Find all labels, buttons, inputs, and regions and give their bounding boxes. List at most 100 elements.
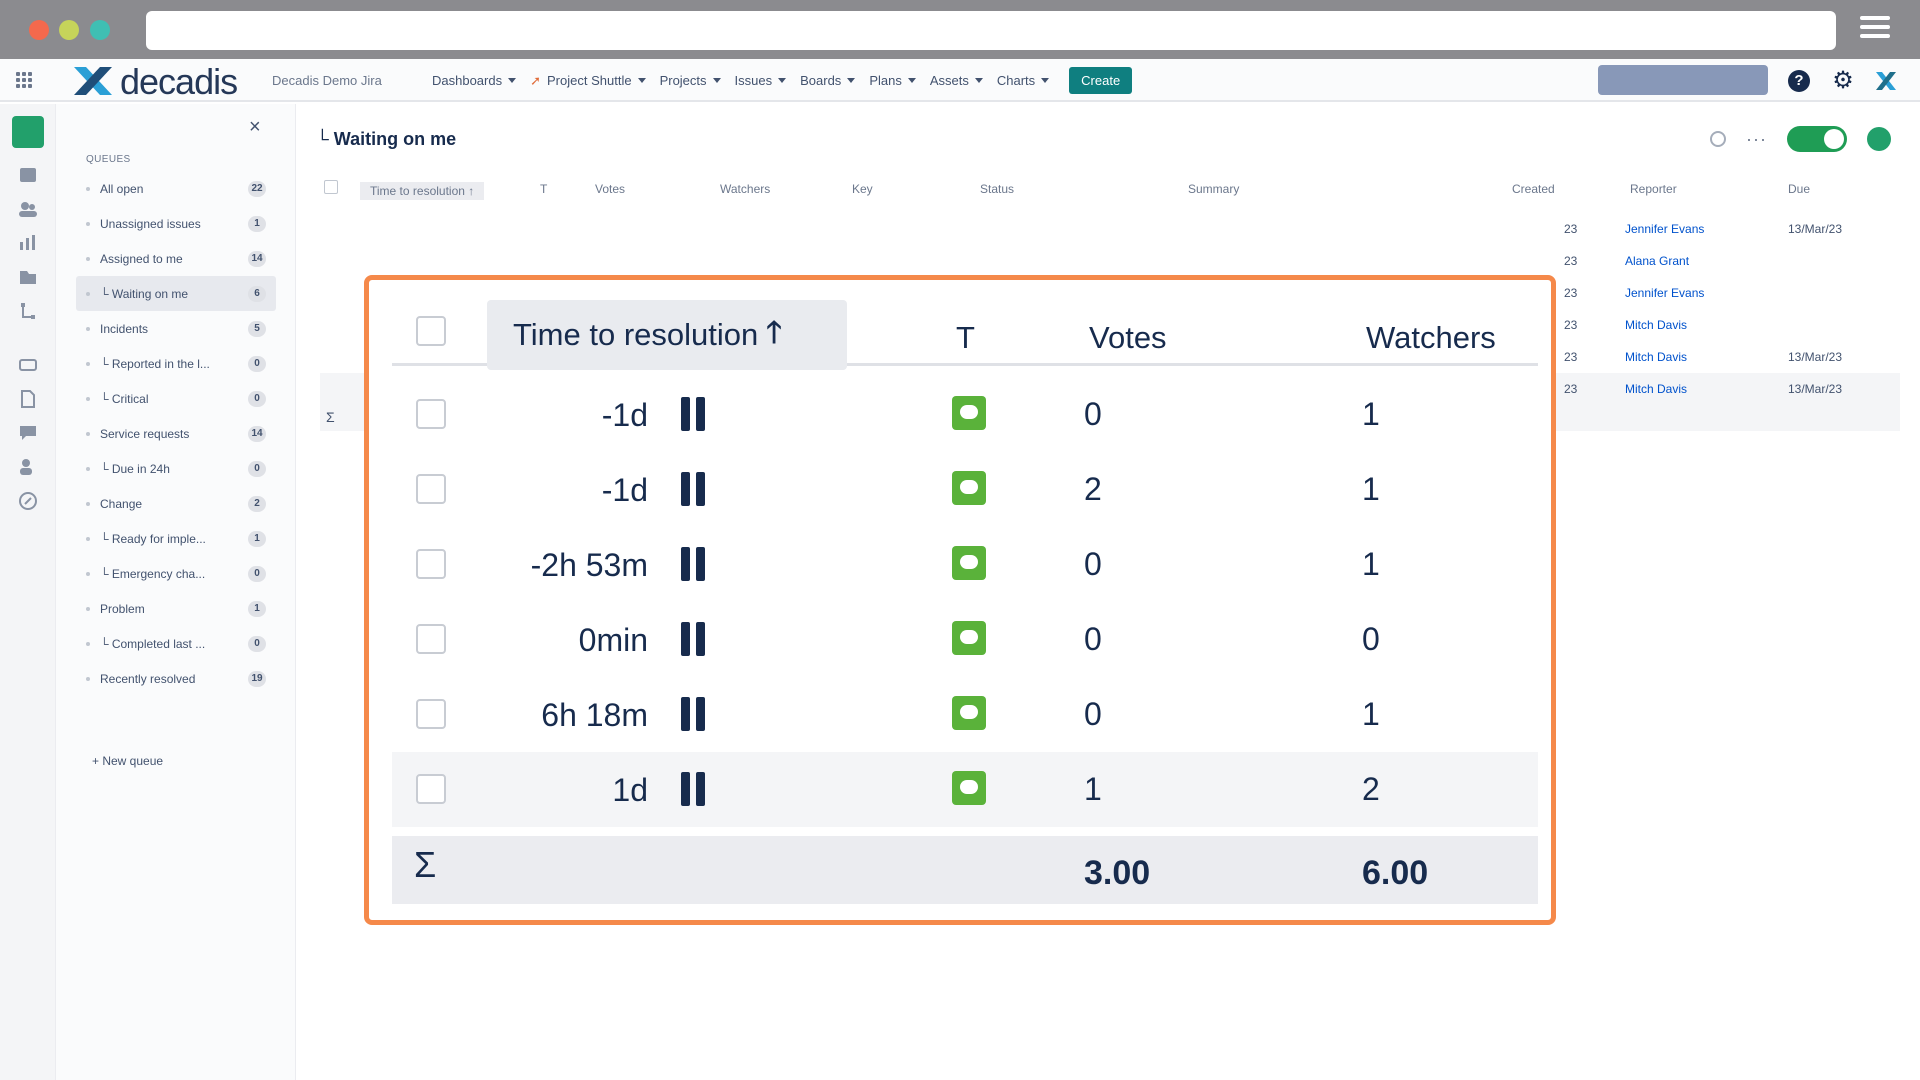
queue-item[interactable]: Assigned to me 14	[76, 241, 276, 276]
reporter-link[interactable]: Alana Grant	[1625, 254, 1689, 268]
knowledge-base-icon[interactable]	[17, 266, 39, 288]
column-header[interactable]: Status	[980, 182, 1014, 196]
project-avatar-icon[interactable]	[12, 116, 44, 148]
column-header-votes[interactable]: Votes	[1089, 320, 1167, 356]
row-checkbox[interactable]	[416, 474, 446, 504]
column-header-time-to-resolution[interactable]: Time to resolution 🡑	[487, 300, 847, 370]
queue-item[interactable]: └ Reported in the l... 0	[76, 346, 276, 381]
time-to-resolution-cell: -2h 53m	[530, 547, 648, 583]
profile-logo-icon[interactable]	[1874, 69, 1898, 93]
nav-issues[interactable]: Issues	[735, 73, 787, 88]
address-bar[interactable]	[146, 11, 1836, 50]
table-row-hovered[interactable]: 1d 1 2	[392, 752, 1538, 827]
table-row[interactable]: -2h 53m 0 1	[392, 527, 1538, 602]
request-type-icon	[952, 621, 986, 655]
nav-dashboards[interactable]: Dashboards	[432, 73, 517, 88]
customers-icon[interactable]	[17, 198, 39, 220]
nav-boards[interactable]: Boards	[800, 73, 856, 88]
new-queue-button[interactable]: + New queue	[92, 754, 163, 768]
table-row[interactable]: -1d 2 1	[392, 452, 1538, 527]
row-checkbox[interactable]	[416, 774, 446, 804]
hierarchy-icon[interactable]	[17, 300, 39, 322]
window-close-icon[interactable]	[29, 20, 49, 40]
queue-item[interactable]: All open 22	[76, 171, 276, 206]
nav-assets[interactable]: Assets	[930, 73, 983, 88]
queue-item[interactable]: Recently resolved 19	[76, 661, 276, 696]
row-checkbox[interactable]	[416, 624, 446, 654]
votes-cell: 0	[1084, 621, 1102, 657]
icon-rail	[0, 104, 56, 1080]
reporter-link[interactable]: Mitch Davis	[1625, 382, 1687, 396]
info-icon[interactable]	[1710, 131, 1726, 147]
queue-item[interactable]: Change 2	[76, 486, 276, 521]
table-row[interactable]: 6h 18m 0 1	[392, 677, 1538, 752]
nav-plans[interactable]: Plans	[869, 73, 916, 88]
column-header[interactable]: Reporter	[1630, 182, 1677, 196]
column-label: Time to resolution	[513, 317, 759, 352]
queues-icon[interactable]	[17, 164, 39, 186]
watchers-cell: 0	[1362, 621, 1380, 657]
queue-item[interactable]: Problem 1	[76, 591, 276, 626]
close-icon[interactable]: ×	[249, 116, 261, 139]
column-header[interactable]: Watchers	[720, 182, 770, 196]
column-header[interactable]: Time to resolution ↑	[360, 182, 485, 200]
window-minimize-icon[interactable]	[59, 20, 79, 40]
search-input[interactable]	[1598, 65, 1768, 95]
add-people-icon[interactable]	[17, 456, 39, 478]
nav-project-shuttle[interactable]: ➚ Project Shuttle	[530, 72, 646, 89]
select-all-checkbox[interactable]	[416, 316, 446, 346]
reporter-link[interactable]: Mitch Davis	[1625, 350, 1687, 364]
queue-item[interactable]: Incidents 5	[76, 311, 276, 346]
queue-item[interactable]: └ Ready for imple... 1	[76, 521, 276, 556]
browser-menu-icon[interactable]	[1860, 16, 1890, 42]
queue-item[interactable]: Unassigned issues 1	[76, 206, 276, 241]
column-header[interactable]: Votes	[595, 182, 625, 196]
tickets-icon[interactable]	[17, 354, 39, 376]
queue-item[interactable]: └ Completed last ... 0	[76, 626, 276, 661]
logo-text[interactable]: decadis	[120, 61, 238, 103]
create-button[interactable]: Create	[1069, 67, 1133, 94]
nav-charts[interactable]: Charts	[997, 73, 1050, 88]
queue-count-badge: 22	[248, 180, 266, 197]
rocket-icon: ➚	[530, 72, 542, 88]
compass-icon[interactable]	[17, 490, 39, 512]
table-row[interactable]: 23 Jennifer Evans 13/Mar/23	[320, 213, 1900, 245]
reporter-link[interactable]: Jennifer Evans	[1625, 286, 1704, 300]
row-checkbox[interactable]	[416, 699, 446, 729]
column-header[interactable]: Key	[852, 182, 873, 196]
queue-item-active[interactable]: └ Waiting on me 6	[76, 276, 276, 311]
table-row[interactable]: 23 Alana Grant	[320, 245, 1900, 277]
votes-cell: 1	[1084, 771, 1102, 807]
table-row[interactable]: 0min 0 0	[392, 602, 1538, 677]
queue-item[interactable]: └ Critical 0	[76, 381, 276, 416]
table-row[interactable]: -1d 0 1	[392, 377, 1538, 452]
column-header[interactable]: Created	[1512, 182, 1555, 196]
queue-item[interactable]: └ Due in 24h 0	[76, 451, 276, 486]
row-checkbox[interactable]	[416, 549, 446, 579]
watchers-cell: 1	[1362, 696, 1380, 732]
reports-icon[interactable]	[17, 232, 39, 254]
feedback-icon[interactable]	[17, 422, 39, 444]
reporter-link[interactable]: Mitch Davis	[1625, 318, 1687, 332]
page-icon[interactable]	[17, 388, 39, 410]
reporter-link[interactable]: Jennifer Evans	[1625, 222, 1704, 236]
column-header-type[interactable]: T	[956, 320, 975, 356]
window-maximize-icon[interactable]	[90, 20, 110, 40]
column-header[interactable]: T	[540, 182, 547, 196]
more-icon[interactable]: ···	[1746, 129, 1767, 150]
column-header-watchers[interactable]: Watchers	[1366, 320, 1496, 356]
help-icon[interactable]: ?	[1788, 70, 1810, 92]
row-checkbox[interactable]	[416, 399, 446, 429]
column-header[interactable]: Due	[1788, 182, 1810, 196]
site-name[interactable]: Decadis Demo Jira	[272, 73, 382, 88]
queue-item[interactable]: Service requests 14	[76, 416, 276, 451]
nav-projects[interactable]: Projects	[660, 73, 721, 88]
refresh-icon[interactable]	[1866, 127, 1891, 151]
select-all-checkbox[interactable]	[324, 180, 338, 194]
queue-label: └ Waiting on me	[100, 286, 189, 301]
gear-icon[interactable]: ⚙	[1831, 69, 1855, 93]
sum-toggle[interactable]	[1786, 126, 1847, 152]
queue-item[interactable]: └ Emergency cha... 0	[76, 556, 276, 591]
app-switcher-icon[interactable]	[16, 72, 32, 88]
column-header[interactable]: Summary	[1188, 182, 1239, 196]
